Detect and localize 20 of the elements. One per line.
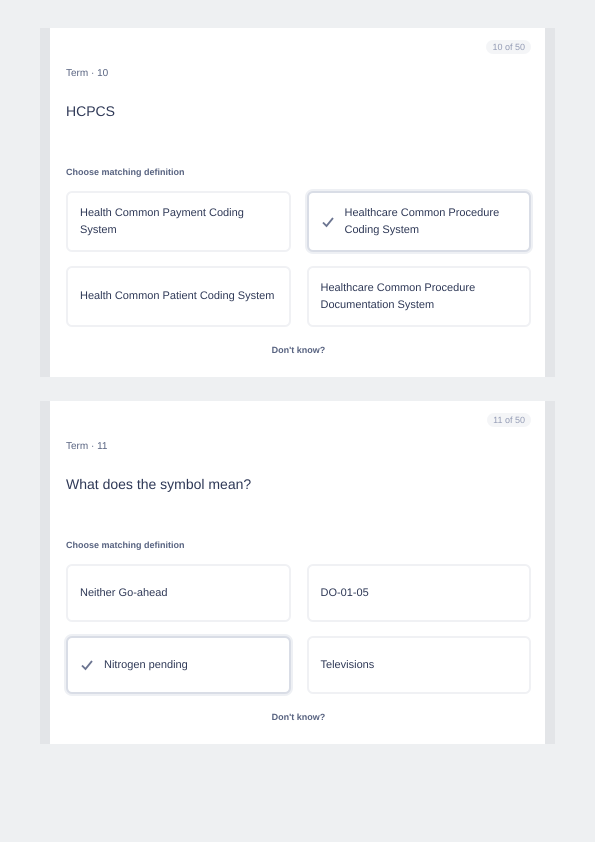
term-label: Term · 10	[66, 68, 110, 79]
answer-option[interactable]: Nitrogen pending	[66, 636, 290, 694]
check-icon	[320, 214, 334, 228]
answer-option[interactable]: Televisions	[306, 636, 531, 694]
answer-option[interactable]: Healthcare Common Procedure Coding System	[306, 191, 531, 252]
answer-option[interactable]: Health Common Patient Coding System	[66, 266, 290, 327]
prompt-text: Choose matching definition	[66, 167, 186, 177]
card-counter: 11 of 50	[487, 413, 531, 427]
answer-option[interactable]: Healthcare Common Procedure Documentation System	[306, 266, 531, 327]
answer-option[interactable]: Neither Go-ahead	[66, 564, 290, 622]
term-text: What does the symbol mean?	[66, 476, 252, 492]
dont-know-link[interactable]: Don't know?	[272, 712, 326, 722]
term-text: HCPCS	[66, 103, 116, 119]
card-counter: 10 of 50	[486, 40, 531, 54]
dont-know-link[interactable]: Don't know?	[272, 345, 326, 355]
prompt-text: Choose matching definition	[66, 540, 186, 550]
check-icon	[80, 658, 94, 672]
term-label: Term · 11	[66, 441, 108, 452]
answer-option[interactable]: Health Common Payment Coding System	[66, 191, 290, 252]
answer-option[interactable]: DO-01-05	[306, 564, 531, 622]
